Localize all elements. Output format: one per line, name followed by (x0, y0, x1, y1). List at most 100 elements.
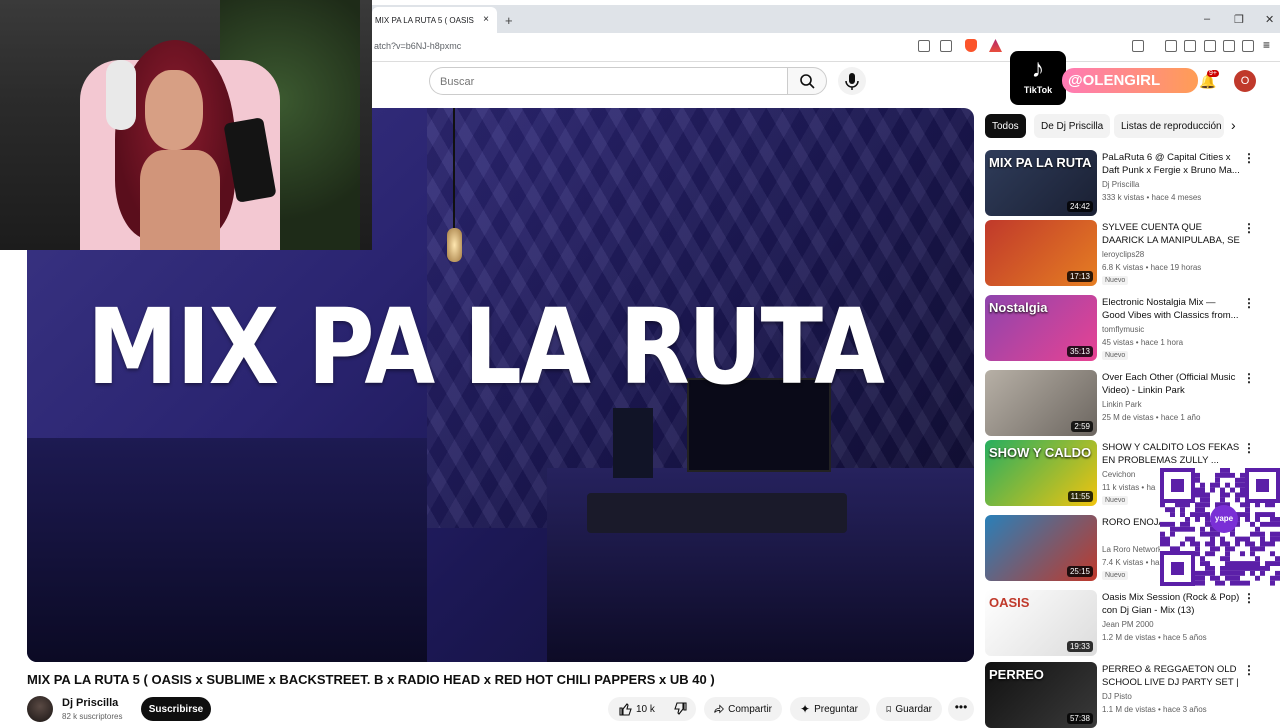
cast-icon[interactable] (918, 40, 930, 52)
like-button[interactable]: 10 k (608, 697, 668, 721)
recommendation-channel[interactable]: Cevichon (1102, 470, 1135, 479)
pendant-bulb (447, 228, 462, 262)
brave-shields-icon[interactable] (965, 39, 977, 52)
video-thumbnail[interactable]: PERREO 57:38 (985, 662, 1097, 728)
share-button[interactable]: Compartir (704, 697, 782, 721)
new-tab-button[interactable]: + (505, 13, 513, 28)
recommendation-meta: 25 M de vistas • hace 1 año (1102, 413, 1201, 422)
recommendation-channel[interactable]: DJ Pisto (1102, 692, 1132, 701)
video-thumbnail[interactable]: 17:13 (985, 220, 1097, 286)
restore-button[interactable]: ❐ (1234, 13, 1244, 26)
kebab-menu-icon[interactable]: ⋮ (1243, 591, 1255, 605)
browser-tab[interactable]: MIX PA LA RUTA 5 ( OASIS x SUBLIME x BAC… (372, 7, 497, 33)
video-title: MIX PA LA RUTA 5 ( OASIS x SUBLIME x BAC… (27, 672, 715, 687)
channel-avatar[interactable] (27, 696, 53, 722)
yape-logo: yape (1210, 505, 1238, 533)
recommendation-title[interactable]: SHOW Y CALDITO LOS FEKAS EN PROBLEMAS ZU… (1102, 441, 1240, 467)
recommendation-title[interactable]: Over Each Other (Official Music Video) -… (1102, 371, 1240, 397)
media-icon[interactable] (1165, 40, 1177, 52)
duration-badge: 11:55 (1067, 491, 1093, 502)
save-button[interactable]: Guardar (876, 697, 942, 721)
chip-all[interactable]: Todos (985, 114, 1026, 138)
video-thumbnail[interactable]: SHOW Y CALDO 11:55 (985, 440, 1097, 506)
recommendation-channel[interactable]: leroyclips28 (1102, 250, 1144, 259)
thumbs-down-icon (674, 702, 687, 715)
recommendation-meta: 333 k vistas • hace 4 meses (1102, 193, 1202, 202)
browser-tab-strip: MIX PA LA RUTA 5 ( OASIS x SUBLIME x BAC… (372, 5, 1280, 33)
duration-badge: 2:59 (1071, 421, 1093, 432)
brave-rewards-icon[interactable] (989, 39, 1002, 52)
video-frame-text: MIX PA LA RUTA (87, 286, 885, 408)
video-thumbnail[interactable]: Nostalgia 35:13 (985, 295, 1097, 361)
duration-badge: 24:42 (1066, 201, 1093, 212)
tab-title: MIX PA LA RUTA 5 ( OASIS x SUBLIME x BAC… (375, 15, 475, 25)
share-arrow-icon (714, 704, 724, 714)
sparkle-icon: ✦ (800, 702, 811, 716)
wallet-icon[interactable] (1204, 40, 1216, 52)
search-input[interactable]: Buscar (429, 67, 787, 95)
recommendation-channel[interactable]: Linkin Park (1102, 400, 1142, 409)
voice-search-button[interactable] (838, 67, 866, 95)
recommendation-title[interactable]: PaLaRuta 6 @ Capital Cities x Daft Punk … (1102, 151, 1240, 177)
recommendation-meta: 7.4 K vistas • ha (1102, 558, 1160, 567)
kebab-menu-icon[interactable]: ⋮ (1243, 441, 1255, 455)
tiktok-label: TikTok (1023, 85, 1053, 95)
recommendation-title[interactable]: Electronic Nostalgia Mix — Good Vibes wi… (1102, 296, 1240, 322)
recommendation-item[interactable]: OASIS 19:33 Oasis Mix Session (Rock & Pop)… (985, 590, 1255, 656)
recommendation-meta: 11 k vistas • ha (1102, 483, 1156, 492)
search-button[interactable] (787, 67, 827, 95)
kebab-menu-icon[interactable]: ⋮ (1243, 663, 1255, 677)
more-actions-button[interactable]: ••• (948, 697, 974, 721)
recommendation-item[interactable]: 17:13 SYLVEE CUENTA QUE DAARICK LA MANIPU… (985, 220, 1255, 286)
ask-button[interactable]: ✦ Preguntar (790, 697, 870, 721)
recommendation-title[interactable]: Oasis Mix Session (Rock & Pop) con Dj Gi… (1102, 591, 1240, 617)
recommendation-meta: 1.2 M de vistas • hace 5 años (1102, 633, 1207, 642)
leo-icon[interactable] (1223, 40, 1235, 52)
tiktok-note-icon: ♪ (1031, 53, 1045, 83)
streamer-face (145, 70, 203, 150)
address-bar[interactable]: atch?v=b6NJ-h8pxmc ≡ (372, 33, 1280, 62)
recommendation-item[interactable]: MIX PA LA RUTA 24:42 PaLaRuta 6 @ Capital … (985, 150, 1255, 216)
chip-from-channel[interactable]: De Dj Priscilla (1034, 114, 1111, 138)
recommendation-meta: 6.8 K vistas • hace 19 horas (1102, 263, 1202, 272)
share-icon[interactable] (940, 40, 952, 52)
recommendation-channel[interactable]: tomflymusic (1102, 325, 1144, 334)
close-window-button[interactable]: ✕ (1265, 13, 1274, 26)
recommendation-item[interactable]: PERREO 57:38 PERREO & REGGAETON OLD SCHOOL… (985, 662, 1255, 728)
vpn-icon[interactable] (1242, 40, 1254, 52)
recommendation-item[interactable]: Nostalgia 35:13 Electronic Nostalgia Mix —… (985, 295, 1255, 361)
recommendation-channel[interactable]: Jean PM 2000 (1102, 620, 1154, 629)
tiktok-handle: @OLENGIRL (1062, 68, 1198, 93)
new-badge: Nuevo (1102, 276, 1129, 285)
kebab-menu-icon[interactable]: ⋮ (1243, 296, 1255, 310)
recommendation-meta: 1.1 M de vistas • hace 3 años (1102, 705, 1207, 714)
kebab-menu-icon[interactable]: ⋮ (1243, 221, 1255, 235)
video-thumbnail[interactable]: MIX PA LA RUTA 24:42 (985, 150, 1097, 216)
minimize-button[interactable]: – (1204, 13, 1210, 25)
save-label: Guardar (895, 703, 932, 715)
extension-icon[interactable] (1132, 40, 1144, 52)
headphones (106, 60, 136, 130)
pendant-cord (453, 108, 455, 228)
recommendation-channel[interactable]: La Roro Network (1102, 545, 1162, 554)
chevron-right-icon[interactable]: › (1231, 117, 1236, 133)
url-text: atch?v=b6NJ-h8pxmc (374, 41, 462, 51)
account-avatar[interactable]: O (1234, 70, 1256, 92)
sidebar-icon[interactable] (1184, 40, 1196, 52)
dislike-button[interactable] (668, 697, 696, 721)
video-thumbnail[interactable]: 2:59 (985, 370, 1097, 436)
subscribe-button[interactable]: Suscribirse (141, 697, 211, 721)
chip-playlists[interactable]: Listas de reproducción (1114, 114, 1224, 138)
recommendation-item[interactable]: 2:59 Over Each Other (Official Music Vide… (985, 370, 1255, 436)
recommendation-title[interactable]: PERREO & REGGAETON OLD SCHOOL LIVE DJ PA… (1102, 663, 1240, 690)
video-thumbnail[interactable]: 25:15 (985, 515, 1097, 581)
recommendation-title[interactable]: SYLVEE CUENTA QUE DAARICK LA MANIPULABA,… (1102, 221, 1240, 248)
kebab-menu-icon[interactable]: ⋮ (1243, 371, 1255, 385)
channel-name[interactable]: Dj Priscilla (62, 697, 118, 709)
recommendation-channel[interactable]: Dj Priscilla (1102, 180, 1139, 189)
kebab-menu-icon[interactable]: ⋮ (1243, 151, 1255, 165)
menu-icon[interactable]: ≡ (1263, 38, 1275, 52)
video-thumbnail[interactable]: OASIS 19:33 (985, 590, 1097, 656)
share-label: Compartir (728, 703, 772, 715)
tab-close-icon[interactable]: × (483, 14, 489, 25)
